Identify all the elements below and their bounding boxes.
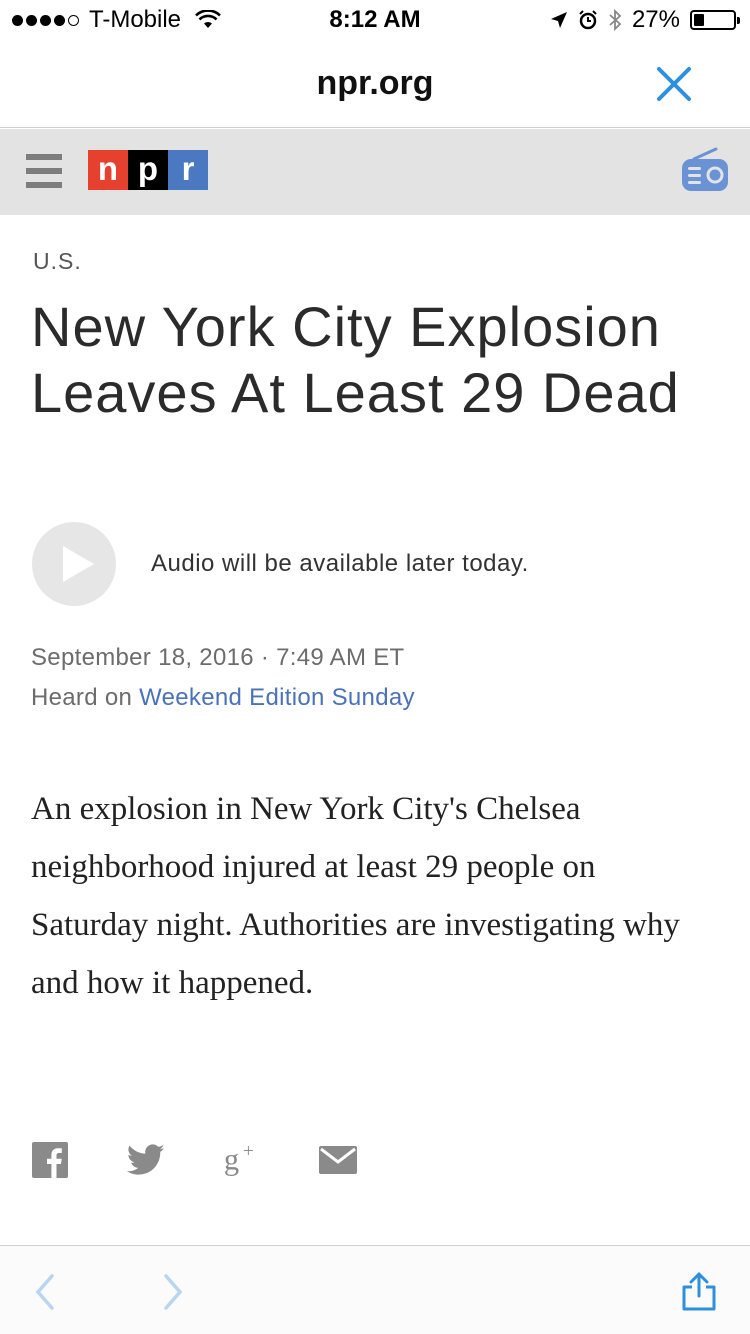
- logo-letter-r: r: [168, 150, 208, 190]
- svg-text:g: g: [224, 1143, 239, 1177]
- google-plus-icon[interactable]: g +: [222, 1140, 262, 1180]
- article-headline: New York City Explosion Leaves At Least …: [31, 295, 680, 424]
- article-date: September 18, 2016 · 7:49 AM ET: [31, 644, 405, 671]
- logo-letter-n: n: [88, 150, 128, 190]
- email-icon[interactable]: [318, 1140, 358, 1180]
- site-header: n p r: [0, 129, 750, 215]
- battery-icon: [690, 10, 740, 30]
- audio-availability-note: Audio will be available later today.: [151, 550, 529, 577]
- browser-title: npr.org: [316, 64, 434, 102]
- alarm-icon: [579, 10, 597, 30]
- radio-icon[interactable]: [680, 145, 730, 195]
- facebook-icon[interactable]: [30, 1140, 70, 1180]
- close-icon[interactable]: [652, 62, 696, 106]
- bottom-toolbar: [0, 1245, 750, 1334]
- browser-title-bar: npr.org: [0, 40, 750, 128]
- npr-logo[interactable]: n p r: [88, 150, 208, 190]
- status-bar: T-Mobile 8:12 AM 27%: [0, 0, 750, 40]
- status-right: 27%: [550, 6, 740, 34]
- article-teaser: An explosion in New York City's Chelsea …: [31, 791, 680, 1001]
- chevron-left-icon[interactable]: [28, 1272, 64, 1312]
- logo-letter-p: p: [128, 150, 168, 190]
- battery-percent: 27%: [631, 6, 680, 33]
- share-icon[interactable]: [680, 1272, 718, 1312]
- share-buttons: g +: [30, 1140, 414, 1180]
- location-icon: [550, 12, 567, 28]
- chevron-right-icon[interactable]: [154, 1272, 190, 1312]
- play-icon[interactable]: [32, 522, 116, 606]
- audio-player: Audio will be available later today.: [32, 522, 722, 606]
- battery-level: [694, 14, 705, 26]
- section-label[interactable]: U.S.: [33, 248, 82, 275]
- bluetooth-icon: [609, 9, 622, 31]
- heard-on-prefix: Heard on: [31, 684, 133, 711]
- hamburger-icon[interactable]: [26, 154, 62, 188]
- twitter-icon[interactable]: [126, 1140, 166, 1180]
- heard-on: Heard on Weekend Edition Sunday: [31, 684, 415, 712]
- svg-text:+: +: [243, 1141, 254, 1162]
- program-link[interactable]: Weekend Edition Sunday: [139, 684, 415, 711]
